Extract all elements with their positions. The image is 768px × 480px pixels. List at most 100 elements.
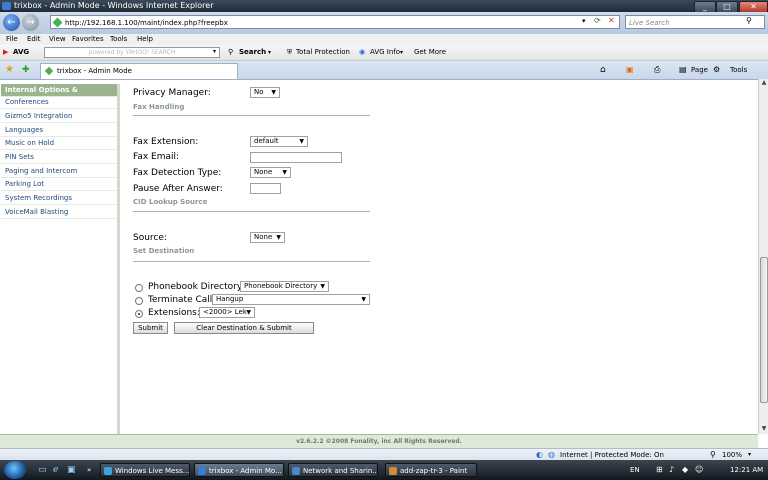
avg-search-button[interactable]: Search <box>239 45 266 60</box>
tray-messenger-icon[interactable]: ☺ <box>695 460 703 480</box>
fax-email-input[interactable] <box>250 152 342 163</box>
task-label: trixbox - Admin Mo... <box>209 467 282 475</box>
chevron-down-icon: ▼ <box>299 138 304 145</box>
menu-tools[interactable]: Tools <box>110 34 127 45</box>
fax-extension-value: default <box>254 137 279 145</box>
language-indicator[interactable]: EN <box>630 460 640 480</box>
favorites-star-icon[interactable]: ★ <box>5 61 14 79</box>
page-doc-icon: ▤ <box>679 65 687 74</box>
scrollbar-thumb[interactable] <box>760 257 768 403</box>
stop-icon[interactable]: ✕ <box>608 16 615 25</box>
avg-info-dropdown-icon[interactable]: ▾ <box>400 45 403 60</box>
scroll-up-icon[interactable]: ▲ <box>760 79 768 87</box>
sidebar-item-languages[interactable]: Languages <box>1 124 117 137</box>
menu-help[interactable]: Help <box>137 34 153 45</box>
avg-search-input[interactable]: powered by YAHOO! SEARCH <box>44 47 220 58</box>
sidebar-item-system-recordings[interactable]: System Recordings <box>1 192 117 205</box>
refresh-icon[interactable]: ⟳ <box>594 16 601 25</box>
fax-extension-label: Fax Extension: <box>133 137 199 147</box>
dest-extensions-radio[interactable] <box>135 310 143 318</box>
tray-volume-icon[interactable]: ♪ <box>669 460 674 480</box>
menu-file[interactable]: File <box>6 34 18 45</box>
page-menu-button[interactable]: Page <box>691 61 708 79</box>
sidebar: Internal Options & Configuration Confere… <box>1 84 117 434</box>
dest-phonebook-label: Phonebook Directory: <box>148 282 245 292</box>
task-windows-live-messenger[interactable]: Windows Live Mess... <box>100 463 190 477</box>
menu-favorites[interactable]: Favorites <box>72 34 104 45</box>
fax-detection-select[interactable]: None ▼ <box>250 167 291 178</box>
show-desktop-icon[interactable]: ▭ <box>38 460 47 480</box>
ie-icon <box>2 2 11 10</box>
sidebar-item-paging[interactable]: Paging and Intercom <box>1 165 117 178</box>
fax-detection-label: Fax Detection Type: <box>133 168 222 178</box>
home-icon[interactable]: ⌂ <box>600 61 606 79</box>
scroll-down-icon[interactable]: ▼ <box>760 425 768 433</box>
section-divider <box>133 115 370 116</box>
chevron-down-icon: ▼ <box>282 169 287 176</box>
switch-windows-icon[interactable]: ▣ <box>67 460 76 480</box>
magnifier-icon: ⚲ <box>228 48 234 56</box>
source-select[interactable]: None ▼ <box>250 232 285 243</box>
tab-bar: ★ ✚ trixbox - Admin Mode ⌂ ▣ ⎙ ▤ Page ⚙ … <box>0 61 768 80</box>
clear-destination-submit-button[interactable]: Clear Destination & Submit <box>174 322 314 334</box>
tray-network-icon[interactable]: ⊞ <box>656 460 663 480</box>
sidebar-item-gizmo5[interactable]: Gizmo5 Integration <box>1 110 117 123</box>
menu-view[interactable]: View <box>49 34 66 45</box>
clock[interactable]: 12:21 AM <box>730 460 763 480</box>
pause-after-answer-input[interactable] <box>250 183 281 194</box>
gear-icon: ⚙ <box>713 65 721 74</box>
back-button[interactable]: ← <box>3 14 20 31</box>
chevron-down-icon: ▼ <box>320 283 325 290</box>
task-paint[interactable]: add-zap-tr-3 - Paint <box>385 463 477 477</box>
search-icon[interactable]: ⚲ <box>746 16 752 25</box>
forward-button[interactable]: → <box>22 14 39 31</box>
dest-terminate-select[interactable]: Hangup ▼ <box>212 294 370 305</box>
tab-trixbox[interactable]: trixbox - Admin Mode <box>40 63 238 79</box>
chevron-down-icon: ▼ <box>361 296 366 303</box>
submit-button[interactable]: Submit <box>133 322 168 334</box>
sidebar-item-pin-sets[interactable]: PIN Sets <box>1 151 117 164</box>
avg-search-menu-icon[interactable]: ▾ <box>268 45 271 60</box>
print-icon[interactable]: ⎙ <box>654 61 660 79</box>
dest-extensions-select[interactable]: <2000> Lek ▼ <box>199 307 255 318</box>
total-protection-button[interactable]: Total Protection <box>296 45 350 60</box>
tools-menu-button[interactable]: Tools <box>730 61 747 79</box>
menu-edit[interactable]: Edit <box>27 34 41 45</box>
vertical-scrollbar[interactable]: ▲ ▼ <box>758 79 768 434</box>
fax-detection-value: None <box>254 168 273 176</box>
tray-avg-icon[interactable]: ◆ <box>682 460 688 480</box>
privacy-manager-select[interactable]: No ▼ <box>250 87 280 98</box>
dest-terminate-label: Terminate Call: <box>148 295 216 305</box>
avg-search-dropdown-icon[interactable]: ▾ <box>213 44 216 59</box>
dest-terminate-value: Hangup <box>216 295 244 303</box>
get-more-button[interactable]: Get More <box>414 45 446 60</box>
dropdown-arrow-icon[interactable]: ▾ <box>582 17 586 25</box>
fax-extension-select[interactable]: default ▼ <box>250 136 308 147</box>
tab-page-icon <box>44 66 54 76</box>
section-cid-lookup: CID Lookup Source <box>133 198 208 206</box>
dest-phonebook-radio[interactable] <box>135 284 143 292</box>
section-fax-handling: Fax Handling <box>133 103 185 111</box>
live-search-input[interactable]: Live Search <box>625 15 765 29</box>
task-trixbox[interactable]: trixbox - Admin Mo... <box>194 463 284 477</box>
quicklaunch-more-icon[interactable]: » <box>87 460 91 480</box>
sidebar-item-voicemail-blasting[interactable]: VoiceMail Blasting <box>1 206 117 219</box>
task-network-sharing[interactable]: Network and Sharin... <box>288 463 378 477</box>
source-value: None <box>254 233 273 241</box>
main-content: Privacy Manager: No ▼ Fax Handling Fax Ex… <box>120 84 758 434</box>
sidebar-item-music-on-hold[interactable]: Music on Hold <box>1 137 117 150</box>
avg-logo[interactable]: AVG <box>13 45 29 60</box>
ie-icon <box>198 467 206 475</box>
ie-quicklaunch-icon[interactable]: ℯ <box>53 460 58 480</box>
source-label: Source: <box>133 233 167 243</box>
sidebar-item-conferences[interactable]: Conferences <box>1 96 117 109</box>
task-label: Windows Live Mess... <box>115 467 190 475</box>
add-favorites-icon[interactable]: ✚ <box>22 61 30 79</box>
feeds-icon[interactable]: ▣ <box>626 61 634 79</box>
dest-terminate-radio[interactable] <box>135 297 143 305</box>
dest-phonebook-select[interactable]: Phonebook Directory ▼ <box>240 281 329 292</box>
sidebar-item-parking-lot[interactable]: Parking Lot <box>1 178 117 191</box>
avg-info-button[interactable]: AVG Info <box>370 45 400 60</box>
start-button[interactable] <box>4 461 26 479</box>
address-input[interactable]: http://192.168.1.100/maint/index.php?fre… <box>50 15 620 29</box>
